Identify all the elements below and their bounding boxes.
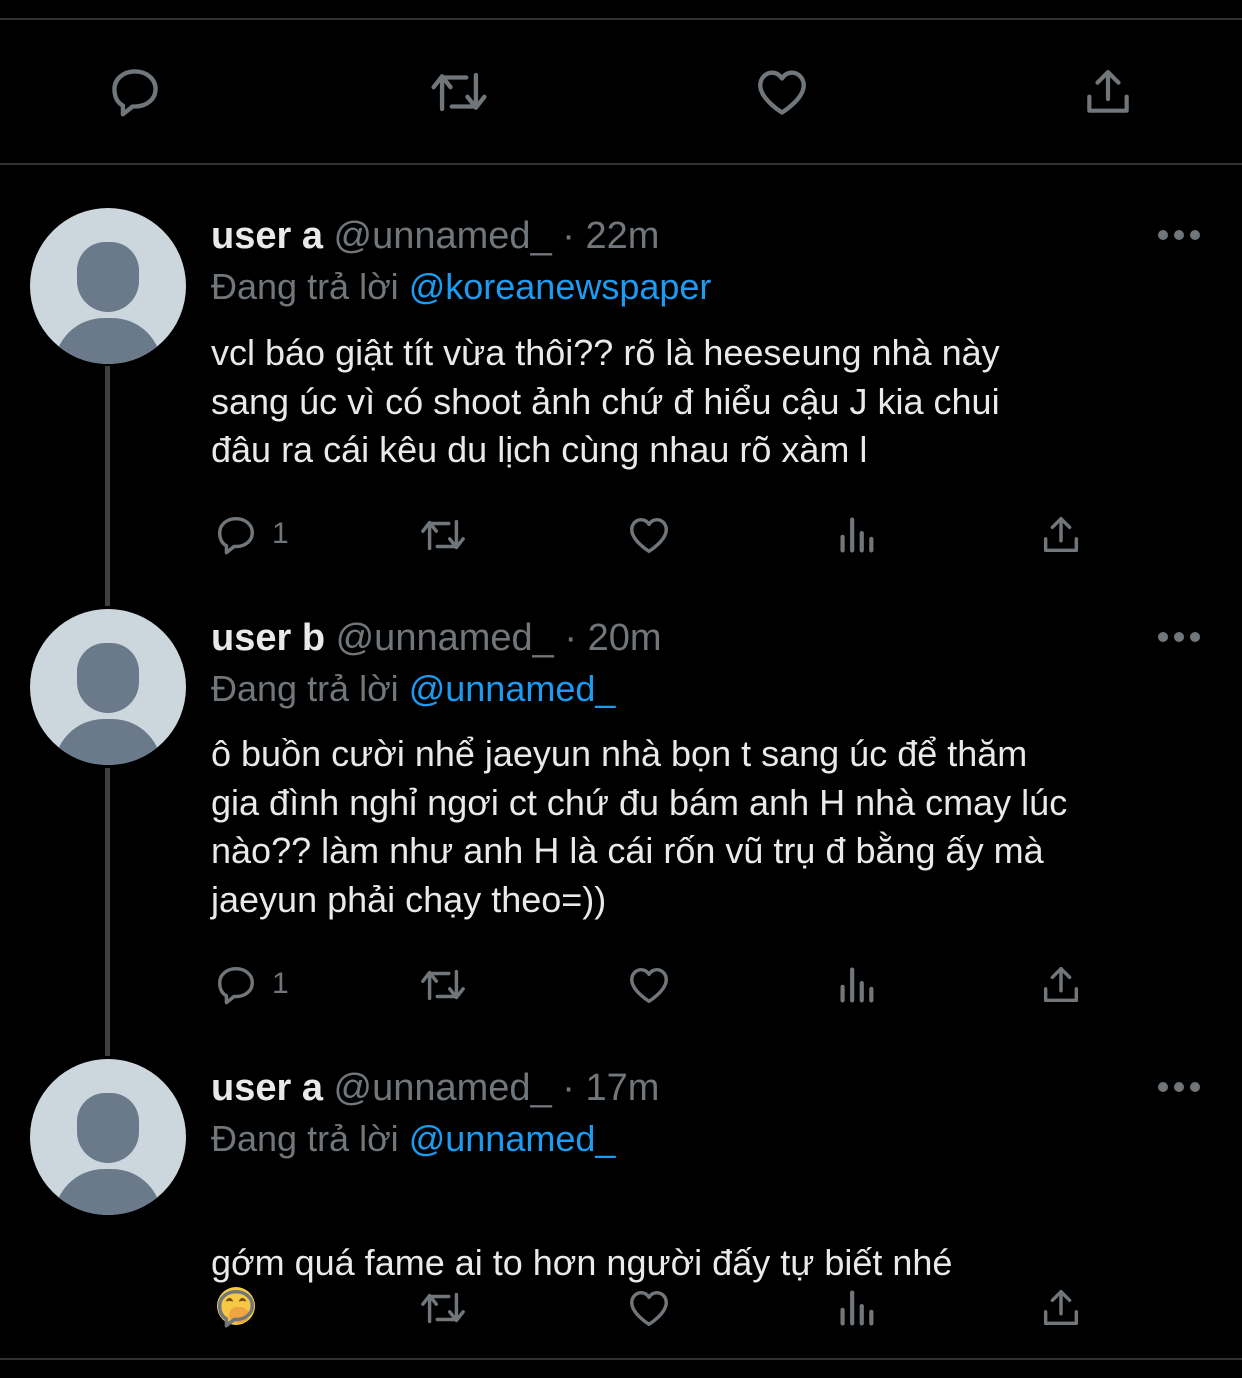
tweet-text-content: gớm quá fame ai to hơn người đấy tự biết… <box>211 1241 953 1283</box>
thread-connector <box>105 366 110 606</box>
main-tweet-action-bar <box>0 58 1242 128</box>
replying-to: Đang trả lời @unnamed_ <box>211 667 615 711</box>
separator: · <box>564 617 577 659</box>
replying-prefix: Đang trả lời <box>211 1118 399 1159</box>
replying-prefix: Đang trả lời <box>211 668 399 709</box>
mention-link[interactable]: @koreanewspaper <box>409 266 712 307</box>
reply-icon[interactable] <box>106 63 164 121</box>
display-name[interactable]: user b <box>211 617 325 659</box>
timestamp[interactable]: 20m <box>588 617 662 659</box>
section-divider <box>0 163 1242 165</box>
tweet-text: vcl báo giật tít vừa thôi?? rõ là heeseu… <box>211 332 1000 470</box>
reply-count: 1 <box>272 967 289 1000</box>
tweet-text: ô buồn cười nhể jaeyun nhà bọn t sang úc… <box>211 733 1068 920</box>
reply-icon[interactable] <box>213 1285 259 1331</box>
heart-icon[interactable] <box>626 962 672 1008</box>
more-icon[interactable] <box>1158 228 1200 242</box>
mention-link[interactable]: @unnamed_ <box>409 1118 616 1159</box>
reply-icon[interactable] <box>213 962 259 1008</box>
tweet-action-bar: 1 <box>0 958 1242 1010</box>
tweet-header: user a @unnamed_ · 17m <box>211 1066 659 1110</box>
more-icon[interactable] <box>1158 1080 1200 1094</box>
avatar[interactable] <box>30 609 186 765</box>
analytics-icon[interactable] <box>833 962 879 1008</box>
separator: · <box>562 1067 575 1109</box>
heart-icon[interactable] <box>626 1285 672 1331</box>
avatar[interactable] <box>30 1059 186 1215</box>
user-handle[interactable]: @unnamed_ <box>334 215 552 257</box>
thread-connector <box>105 768 110 1056</box>
retweet-icon[interactable] <box>426 63 492 121</box>
retweet-icon[interactable] <box>416 962 470 1008</box>
user-handle[interactable]: @unnamed_ <box>336 617 554 659</box>
share-icon[interactable] <box>1080 63 1136 121</box>
display-name[interactable]: user a <box>211 1067 323 1109</box>
more-icon[interactable] <box>1158 630 1200 644</box>
heart-icon[interactable] <box>626 512 672 558</box>
display-name[interactable]: user a <box>211 215 323 257</box>
replying-to: Đang trả lời @unnamed_ <box>211 1117 615 1161</box>
reply-count: 1 <box>272 517 289 550</box>
reply-icon[interactable] <box>213 512 259 558</box>
tweet-header: user b @unnamed_ · 20m <box>211 616 661 660</box>
replying-prefix: Đang trả lời <box>211 266 399 307</box>
timestamp[interactable]: 22m <box>585 215 659 257</box>
analytics-icon[interactable] <box>833 1285 879 1331</box>
tweet-action-bar: 1 <box>0 508 1242 560</box>
top-divider <box>0 18 1242 20</box>
analytics-icon[interactable] <box>833 512 879 558</box>
replying-to: Đang trả lời @koreanewspaper <box>211 265 711 309</box>
mention-link[interactable]: @unnamed_ <box>409 668 616 709</box>
user-handle[interactable]: @unnamed_ <box>334 1067 552 1109</box>
heart-icon[interactable] <box>752 63 812 121</box>
share-icon[interactable] <box>1038 962 1084 1008</box>
retweet-icon[interactable] <box>416 512 470 558</box>
share-icon[interactable] <box>1038 1285 1084 1331</box>
retweet-icon[interactable] <box>416 1285 470 1331</box>
avatar[interactable] <box>30 208 186 364</box>
share-icon[interactable] <box>1038 512 1084 558</box>
timestamp[interactable]: 17m <box>585 1067 659 1109</box>
tweet-header: user a @unnamed_ · 22m <box>211 214 659 258</box>
tweet-action-bar <box>0 1281 1242 1333</box>
separator: · <box>562 215 575 257</box>
bottom-divider <box>0 1358 1242 1360</box>
